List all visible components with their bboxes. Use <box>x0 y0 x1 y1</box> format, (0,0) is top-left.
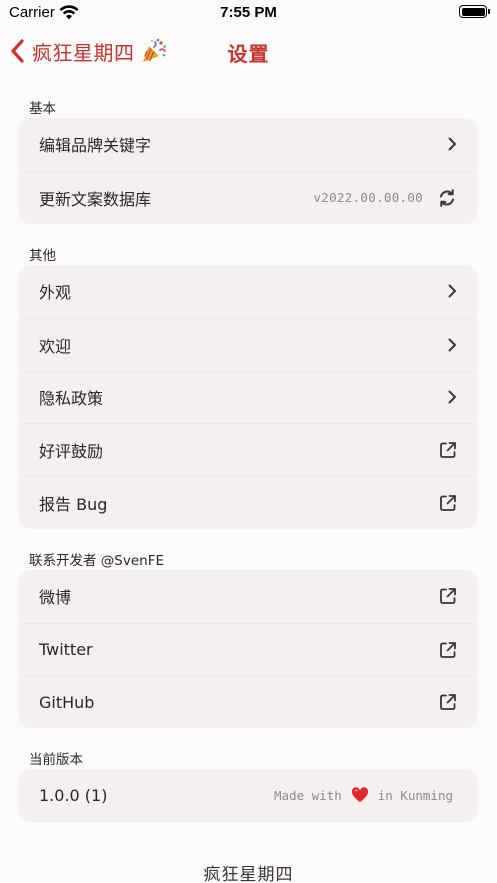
external-link-icon <box>440 588 456 605</box>
made-with-prefix: Made with <box>274 787 342 803</box>
chevron-right-icon <box>448 137 456 151</box>
row-edit-brand-keywords[interactable]: 编辑品牌关键字 <box>19 118 477 171</box>
chevron-right-icon <box>448 284 456 298</box>
row-label: 编辑品牌关键字 <box>39 136 152 156</box>
group-basic: 编辑品牌关键字 更新文案数据库 v2022.00.00.00 <box>19 118 477 224</box>
row-label: 更新文案数据库 <box>39 189 152 209</box>
row-github[interactable]: GitHub <box>19 675 477 729</box>
row-label: Twitter <box>39 640 93 660</box>
sync-icon[interactable] <box>437 188 457 208</box>
heart-icon <box>351 787 368 803</box>
app-version: 1.0.0 (1) <box>39 785 108 805</box>
row-privacy-policy[interactable]: 隐私政策 <box>19 370 477 424</box>
row-update-copy-database[interactable]: 更新文案数据库 v2022.00.00.00 <box>19 170 477 224</box>
row-rate-app[interactable]: 好评鼓励 <box>19 423 477 476</box>
battery-icon <box>459 5 490 18</box>
status-bar: Carrier 7:55 PM <box>0 0 497 26</box>
external-link-icon <box>440 641 456 658</box>
footer-app-name: 疯狂星期四 <box>203 865 294 883</box>
section-header-basic: 基本 <box>29 101 56 117</box>
chevron-right-icon <box>448 390 456 404</box>
row-report-bug[interactable]: 报告 Bug <box>19 476 477 529</box>
row-weibo[interactable]: 微博 <box>19 570 477 623</box>
row-label: 微博 <box>39 588 72 608</box>
external-link-icon <box>440 442 456 459</box>
row-current-version: 1.0.0 (1) Made with in Kunming <box>19 769 477 822</box>
chevron-right-icon <box>448 338 456 352</box>
section-header-version: 当前版本 <box>29 752 83 768</box>
made-with-credit: Made with in Kunming <box>274 787 453 803</box>
section-header-contact: 联系开发者 @SvenFE <box>29 553 165 569</box>
group-contact: 微博 Twitter GitHub <box>19 570 477 729</box>
navigation-bar: 疯狂星期四 设置 <box>0 30 497 74</box>
status-time: 7:55 PM <box>220 4 277 21</box>
row-label: 报告 Bug <box>39 495 108 515</box>
made-with-suffix: in Kunming <box>377 787 453 803</box>
row-twitter[interactable]: Twitter <box>19 622 477 676</box>
page-title: 设置 <box>227 42 270 66</box>
database-version: v2022.00.00.00 <box>313 190 423 206</box>
section-header-other: 其他 <box>29 248 56 264</box>
row-appearance[interactable]: 外观 <box>19 265 477 318</box>
row-welcome[interactable]: 欢迎 <box>19 317 477 371</box>
row-label: GitHub <box>39 692 95 712</box>
external-link-icon <box>440 495 456 511</box>
row-label: 隐私政策 <box>39 389 104 409</box>
group-version: 1.0.0 (1) Made with in Kunming <box>19 769 477 822</box>
row-label: 好评鼓励 <box>39 442 104 462</box>
external-link-icon <box>440 694 456 711</box>
group-other: 外观 欢迎 隐私政策 好评鼓励 报告 Bug <box>19 265 477 529</box>
row-label: 外观 <box>39 283 72 303</box>
row-label: 欢迎 <box>39 336 72 356</box>
